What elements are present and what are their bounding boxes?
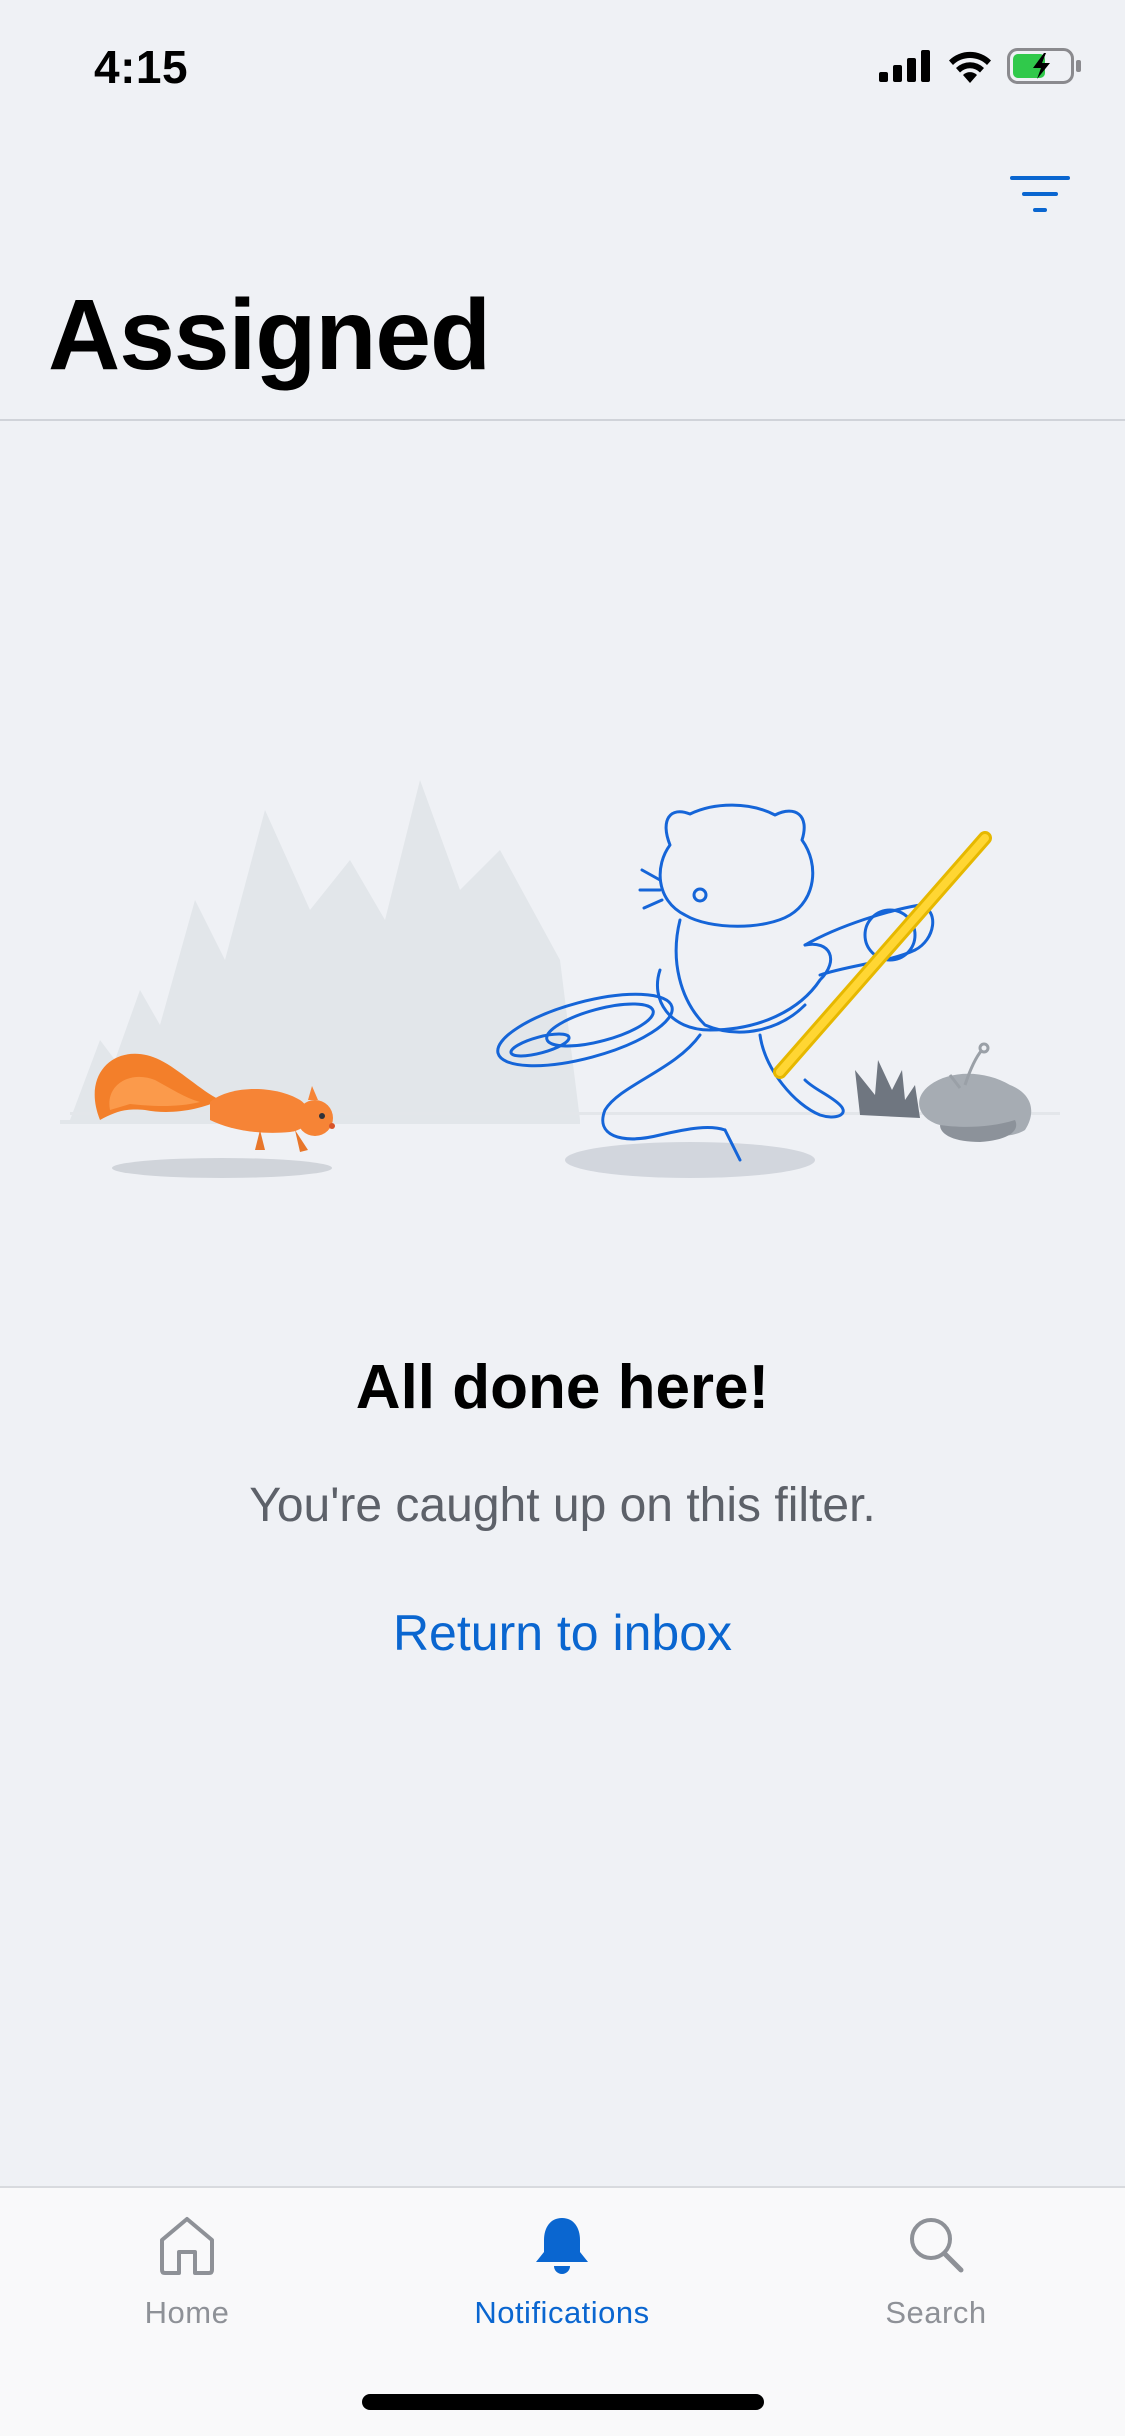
empty-state-title: All done here! bbox=[355, 1353, 770, 1422]
tab-notifications-label: Notifications bbox=[474, 2295, 650, 2330]
filter-icon bbox=[1010, 174, 1070, 219]
tab-search[interactable]: Search bbox=[786, 2214, 1086, 2364]
home-icon bbox=[157, 2214, 217, 2281]
cellular-signal-icon bbox=[879, 50, 933, 87]
bell-icon bbox=[532, 2214, 592, 2281]
status-icons bbox=[879, 48, 1083, 89]
page-title: Assigned bbox=[48, 279, 491, 391]
return-to-inbox-link[interactable]: Return to inbox bbox=[0, 1604, 1125, 1662]
tab-home[interactable]: Home bbox=[37, 2214, 337, 2364]
wifi-icon bbox=[947, 49, 993, 88]
empty-state-subtitle: You're caught up on this filter. bbox=[249, 1479, 876, 1532]
notifications-screen: 4:15 Assigned All done here! You're caug… bbox=[0, 0, 1125, 2436]
filter-button[interactable] bbox=[999, 160, 1081, 232]
broom-handle bbox=[773, 831, 992, 1079]
header-divider bbox=[0, 419, 1125, 421]
tab-search-label: Search bbox=[885, 2295, 987, 2330]
status-bar: 4:15 bbox=[0, 0, 1125, 132]
rock-with-grass bbox=[855, 1042, 1032, 1142]
status-time: 4:15 bbox=[94, 41, 189, 93]
tab-notifications[interactable]: Notifications bbox=[412, 2214, 712, 2364]
battery-charging-icon bbox=[1007, 48, 1083, 89]
search-icon bbox=[906, 2214, 966, 2281]
octocat-sweeping-illustration bbox=[60, 740, 1070, 1200]
home-indicator[interactable] bbox=[362, 2394, 764, 2410]
tab-home-label: Home bbox=[144, 2295, 230, 2330]
